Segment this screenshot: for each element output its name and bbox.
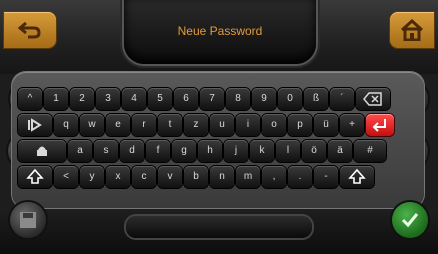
key-8[interactable]: 8 xyxy=(226,88,250,110)
keyboard-row-3: a s d f g h j k l ö ä # xyxy=(18,140,388,162)
backspace-key[interactable] xyxy=(356,88,390,110)
key-k[interactable]: k xyxy=(250,140,274,162)
caps-lock-icon xyxy=(37,146,47,156)
key-g[interactable]: g xyxy=(172,140,196,162)
key-minus[interactable]: - xyxy=(314,166,338,188)
key-7[interactable]: 7 xyxy=(200,88,224,110)
onscreen-keyboard: ^ 1 2 3 4 5 6 7 8 9 0 ß ´ q w e r t z u … xyxy=(12,72,424,208)
keyboard-row-2: q w e r t z u i o p ü + xyxy=(18,114,396,136)
key-4[interactable]: 4 xyxy=(122,88,146,110)
key-ae[interactable]: ä xyxy=(328,140,352,162)
key-m[interactable]: m xyxy=(236,166,260,188)
keyboard-row-4: < y x c v b n m , . - xyxy=(18,166,376,188)
key-p[interactable]: p xyxy=(288,114,312,136)
key-hash[interactable]: # xyxy=(354,140,386,162)
key-i[interactable]: i xyxy=(236,114,260,136)
key-e[interactable]: e xyxy=(106,114,130,136)
key-0[interactable]: 0 xyxy=(278,88,302,110)
key-s[interactable]: s xyxy=(94,140,118,162)
key-u[interactable]: u xyxy=(210,114,234,136)
key-l[interactable]: l xyxy=(276,140,300,162)
key-1[interactable]: 1 xyxy=(44,88,68,110)
key-n[interactable]: n xyxy=(210,166,234,188)
home-icon xyxy=(400,19,424,41)
tab-key[interactable] xyxy=(18,114,52,136)
key-plus[interactable]: + xyxy=(340,114,364,136)
back-arrow-icon xyxy=(18,21,41,39)
home-button[interactable] xyxy=(390,12,434,48)
caps-lock-key[interactable] xyxy=(18,140,66,162)
confirm-button[interactable] xyxy=(392,202,428,238)
key-o[interactable]: o xyxy=(262,114,286,136)
confirm-icon xyxy=(401,213,419,228)
key-3[interactable]: 3 xyxy=(96,88,120,110)
page-title: Neue Password xyxy=(177,24,263,38)
key-less-than[interactable]: < xyxy=(54,166,78,188)
enter-key[interactable] xyxy=(366,114,394,136)
key-b[interactable]: b xyxy=(184,166,208,188)
key-comma[interactable]: , xyxy=(262,166,286,188)
shift-right-key[interactable] xyxy=(340,166,374,188)
key-y[interactable]: y xyxy=(80,166,104,188)
backspace-icon xyxy=(363,92,382,106)
key-f[interactable]: f xyxy=(146,140,170,162)
key-5[interactable]: 5 xyxy=(148,88,172,110)
title-display: Neue Password xyxy=(124,0,316,64)
save-button[interactable] xyxy=(10,202,46,238)
tab-icon xyxy=(28,118,42,132)
key-caret[interactable]: ^ xyxy=(18,88,42,110)
key-q[interactable]: q xyxy=(54,114,78,136)
back-button[interactable] xyxy=(4,12,56,48)
floppy-disk-icon xyxy=(20,212,36,228)
key-6[interactable]: 6 xyxy=(174,88,198,110)
shift-icon xyxy=(348,168,366,184)
key-v[interactable]: v xyxy=(158,166,182,188)
key-t[interactable]: t xyxy=(158,114,182,136)
key-period[interactable]: . xyxy=(288,166,312,188)
key-9[interactable]: 9 xyxy=(252,88,276,110)
key-z[interactable]: z xyxy=(184,114,208,136)
key-a[interactable]: a xyxy=(68,140,92,162)
keyboard-row-1: ^ 1 2 3 4 5 6 7 8 9 0 ß ´ xyxy=(18,88,392,110)
key-w[interactable]: w xyxy=(80,114,104,136)
spacebar[interactable] xyxy=(126,216,312,238)
shift-left-key[interactable] xyxy=(18,166,52,188)
key-d[interactable]: d xyxy=(120,140,144,162)
key-r[interactable]: r xyxy=(132,114,156,136)
key-j[interactable]: j xyxy=(224,140,248,162)
key-2[interactable]: 2 xyxy=(70,88,94,110)
key-x[interactable]: x xyxy=(106,166,130,188)
key-oe[interactable]: ö xyxy=(302,140,326,162)
key-h[interactable]: h xyxy=(198,140,222,162)
key-eszett[interactable]: ß xyxy=(304,88,328,110)
key-acute[interactable]: ´ xyxy=(330,88,354,110)
key-ue[interactable]: ü xyxy=(314,114,338,136)
key-c[interactable]: c xyxy=(132,166,156,188)
shift-icon xyxy=(26,168,44,184)
enter-icon xyxy=(372,119,386,132)
